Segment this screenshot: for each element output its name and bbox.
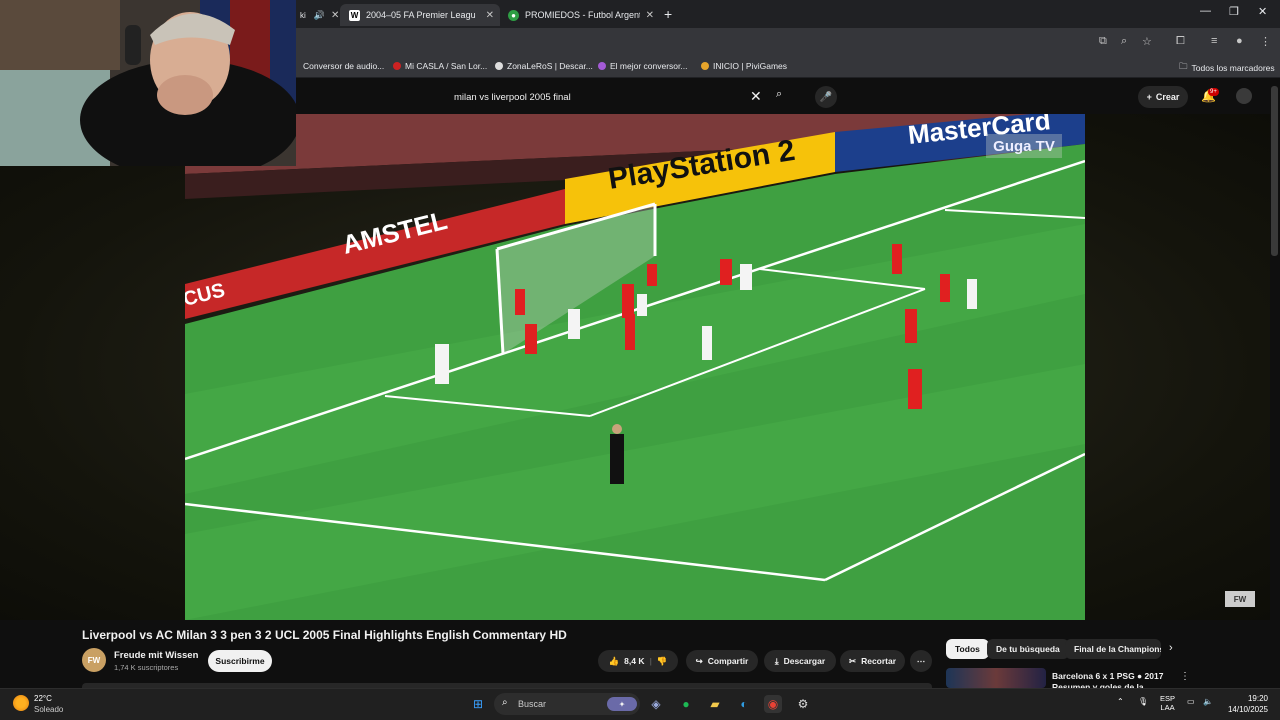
- thumbs-up-icon: 👍: [608, 655, 620, 666]
- channel-name[interactable]: Freude mit Wissen: [114, 650, 198, 661]
- start-windows-icon[interactable]: ⊞: [469, 695, 487, 713]
- pivigames-icon: [701, 62, 709, 70]
- page-scrollbar[interactable]: [1271, 86, 1278, 256]
- download-button[interactable]: ⤓ Descargar: [764, 650, 836, 672]
- like-dislike-group: 👍 8,4 K | 👎: [598, 650, 678, 672]
- chip-final-champions[interactable]: Final de la Champions: [1065, 639, 1161, 659]
- user-avatar[interactable]: [1236, 88, 1252, 104]
- tab-label: 2004–05 FA Premier League - W: [366, 10, 476, 20]
- media-control-icon[interactable]: ≡: [1211, 35, 1217, 47]
- close-icon[interactable]: ✕: [480, 10, 500, 21]
- bookmark-item[interactable]: Mi CASLA / San Lor...: [393, 61, 487, 71]
- tab-label: PROMIEDOS - Futbol Argentino: [525, 10, 640, 20]
- tab-premier-league[interactable]: W 2004–05 FA Premier League - W ✕: [340, 4, 500, 26]
- bookmark-item[interactable]: Conversor de audio...: [303, 61, 384, 71]
- new-tab-button[interactable]: +: [664, 6, 672, 22]
- casla-icon: [393, 62, 401, 70]
- weather-temperature[interactable]: 22°C: [34, 694, 52, 703]
- plus-icon: +: [1146, 92, 1152, 102]
- extensions-icon[interactable]: ⧠: [1176, 35, 1185, 48]
- weather-sun-icon[interactable]: [13, 695, 29, 711]
- network-icon[interactable]: ▭: [1187, 697, 1195, 706]
- audio-icon: 🔊: [313, 9, 325, 20]
- search-icon[interactable]: ⌕: [776, 88, 782, 101]
- file-explorer-icon[interactable]: ▰: [706, 695, 724, 713]
- search-highlight-icon[interactable]: ✦: [607, 697, 637, 711]
- all-bookmarks-button[interactable]: 🗀 Todos los marcadores: [1179, 61, 1275, 75]
- folder-icon: 🗀: [1179, 61, 1188, 71]
- restore-button[interactable]: ❐: [1229, 5, 1239, 18]
- subscriber-count: 1,74 K suscriptores: [114, 663, 179, 672]
- steam-icon[interactable]: ⚙: [794, 695, 812, 713]
- clock-date[interactable]: 14/10/2025: [1226, 705, 1268, 714]
- recommendation-menu-icon[interactable]: ⋮: [1180, 671, 1190, 682]
- zonaleros-icon: [495, 62, 503, 70]
- chip-de-tu-busqueda[interactable]: De tu búsqueda: [987, 639, 1069, 659]
- chevron-right-icon[interactable]: ›: [1169, 642, 1173, 654]
- search-icon: ⌕: [502, 697, 508, 708]
- profile-icon[interactable]: ●: [1236, 35, 1243, 47]
- recommendation-thumbnail[interactable]: [946, 668, 1046, 688]
- clear-search-icon[interactable]: ✕: [750, 88, 762, 105]
- search-input[interactable]: milan vs liverpool 2005 final: [445, 86, 773, 108]
- bookmark-item[interactable]: El mejor conversor...: [598, 61, 687, 71]
- menu-icon[interactable]: ⋮: [1260, 35, 1271, 48]
- zoom-icon[interactable]: ⌕: [1121, 35, 1127, 48]
- bookmark-item[interactable]: ZonaLeRoS | Descar...: [495, 61, 593, 71]
- wikipedia-favicon-icon: W: [349, 9, 360, 21]
- language-code: ESP: [1160, 694, 1176, 703]
- spotify-icon[interactable]: ●: [677, 695, 695, 713]
- tray-overflow-icon[interactable]: ⌃: [1117, 697, 1124, 706]
- webcam-feed: [0, 0, 296, 166]
- football-scene: PlayStation 2 AMSTEL MasterCard CUS: [185, 114, 1085, 620]
- promiedos-favicon-icon: ●: [508, 9, 519, 21]
- more-actions-button[interactable]: ⋯: [910, 650, 932, 672]
- like-button[interactable]: 👍 8,4 K: [609, 656, 645, 667]
- close-icon[interactable]: ✕: [640, 10, 660, 21]
- video-frame[interactable]: PlayStation 2 AMSTEL MasterCard CUS: [185, 114, 1085, 620]
- clock-time[interactable]: 19:20: [1246, 694, 1268, 703]
- microphone-tray-icon[interactable]: 🎙: [1138, 697, 1148, 706]
- bookmark-item[interactable]: INICIO | PiviGames: [701, 61, 787, 71]
- channel-avatar[interactable]: FW: [82, 648, 106, 672]
- edge-icon[interactable]: ◐: [735, 695, 753, 713]
- subscribe-button[interactable]: Suscribirme: [208, 650, 272, 672]
- window-close-button[interactable]: ✕: [1258, 5, 1267, 18]
- share-icon: ↪: [695, 655, 703, 666]
- recommendation-title[interactable]: Barcelona 6 x 1 PSG ● 2017 Resumen y gol…: [1052, 671, 1167, 689]
- create-button[interactable]: + Crear: [1138, 86, 1188, 108]
- thumbs-down-icon[interactable]: 👎: [657, 656, 668, 667]
- bookmark-star-icon[interactable]: ☆: [1142, 35, 1152, 48]
- converter-icon: [598, 62, 606, 70]
- microphone-icon[interactable]: 🎤: [815, 86, 837, 108]
- channel-watermark-icon[interactable]: FW: [1225, 591, 1255, 607]
- language-indicator[interactable]: ESP LAA: [1160, 694, 1175, 712]
- chip-todos[interactable]: Todos: [946, 639, 989, 659]
- minimize-button[interactable]: —: [1200, 5, 1211, 17]
- install-app-icon[interactable]: ⧉: [1099, 35, 1107, 48]
- weather-description[interactable]: Soleado: [34, 705, 63, 714]
- video-title: Liverpool vs AC Milan 3 3 pen 3 2 UCL 20…: [82, 628, 567, 642]
- video-watermark: Guga TV: [986, 134, 1062, 158]
- windows-taskbar: [0, 688, 1280, 720]
- clip-button[interactable]: ✂ Recortar: [840, 650, 905, 672]
- webcam-overlay: [0, 0, 296, 166]
- share-button[interactable]: ↪ Compartir: [686, 650, 758, 672]
- download-icon: ⤓: [774, 655, 779, 666]
- language-region: LAA: [1160, 703, 1175, 712]
- tab-fragment: ki: [300, 10, 306, 20]
- divider: |: [649, 656, 652, 666]
- chrome-icon[interactable]: ◉: [764, 695, 782, 713]
- pinned-tab[interactable]: ki 🔊 ✕: [296, 4, 340, 26]
- scissors-icon: ✂: [848, 655, 857, 666]
- close-icon[interactable]: ✕: [325, 10, 340, 21]
- tab-promiedos[interactable]: ● PROMIEDOS - Futbol Argentino ✕: [500, 4, 660, 26]
- notification-badge: 9+: [1208, 88, 1219, 96]
- volume-icon[interactable]: 🔈: [1203, 697, 1213, 706]
- copilot-icon[interactable]: ◈: [647, 695, 665, 713]
